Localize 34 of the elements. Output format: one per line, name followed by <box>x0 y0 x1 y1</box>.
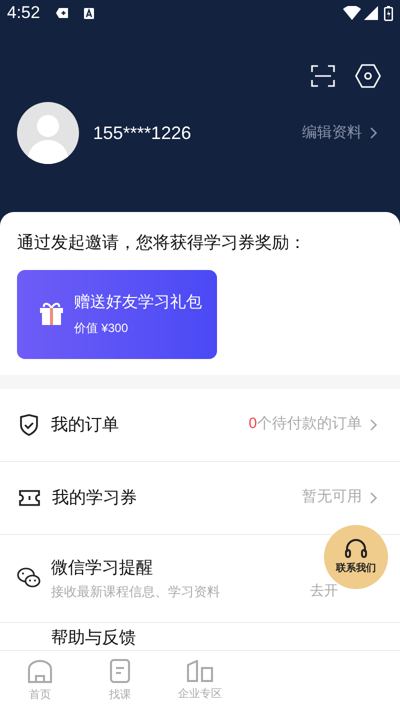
app-notification-icon <box>84 8 94 18</box>
battery-icon <box>384 6 393 20</box>
pending-count: 0 <box>248 414 257 434</box>
building-icon <box>187 660 213 682</box>
chevron-icon <box>370 492 378 504</box>
menu-item-title[interactable]: 帮助与反馈 <box>51 624 136 650</box>
menu-item-title[interactable]: 我的学习券 <box>52 484 137 510</box>
avatar <box>17 102 79 164</box>
gift-icon <box>39 302 64 326</box>
settings-icon[interactable] <box>355 64 381 88</box>
gift-package-card[interactable]: 赠送好友学习礼包 价值 ¥300 <box>17 270 217 358</box>
menu-item-status: 个待付款的订单 <box>257 414 362 434</box>
scan-icon[interactable] <box>311 65 335 87</box>
signal-icon <box>364 6 378 20</box>
menu-item-subtitle: 接收最新课程信息、学习资料 <box>51 583 220 601</box>
menu-item-title[interactable]: 微信学习提醒 <box>51 554 220 580</box>
invite-heading: 通过发起邀请，您将获得学习券奖励： <box>17 232 307 254</box>
gift-card-value: 价值 ¥300 <box>74 320 130 337</box>
gift-card-title: 赠送好友学习礼包 <box>74 292 202 313</box>
home-icon <box>27 659 53 684</box>
wifi-icon <box>343 6 361 20</box>
menu-item-title[interactable]: 我的订单 <box>51 412 119 438</box>
status-time: 4:52 <box>7 2 40 24</box>
ticket-icon <box>19 488 40 506</box>
document-icon <box>110 659 130 684</box>
shield-check-icon <box>19 414 39 436</box>
menu-item-status: 暂无可用 <box>302 487 362 508</box>
chat-bubbles-icon <box>17 567 41 589</box>
chevron-icon <box>370 127 378 139</box>
phone-number: 155****1226 <box>93 122 192 144</box>
edit-profile-link[interactable]: 编辑资料 <box>302 122 378 144</box>
chevron-icon <box>370 418 378 430</box>
headset-icon <box>344 538 368 558</box>
notification-icon <box>56 8 68 18</box>
